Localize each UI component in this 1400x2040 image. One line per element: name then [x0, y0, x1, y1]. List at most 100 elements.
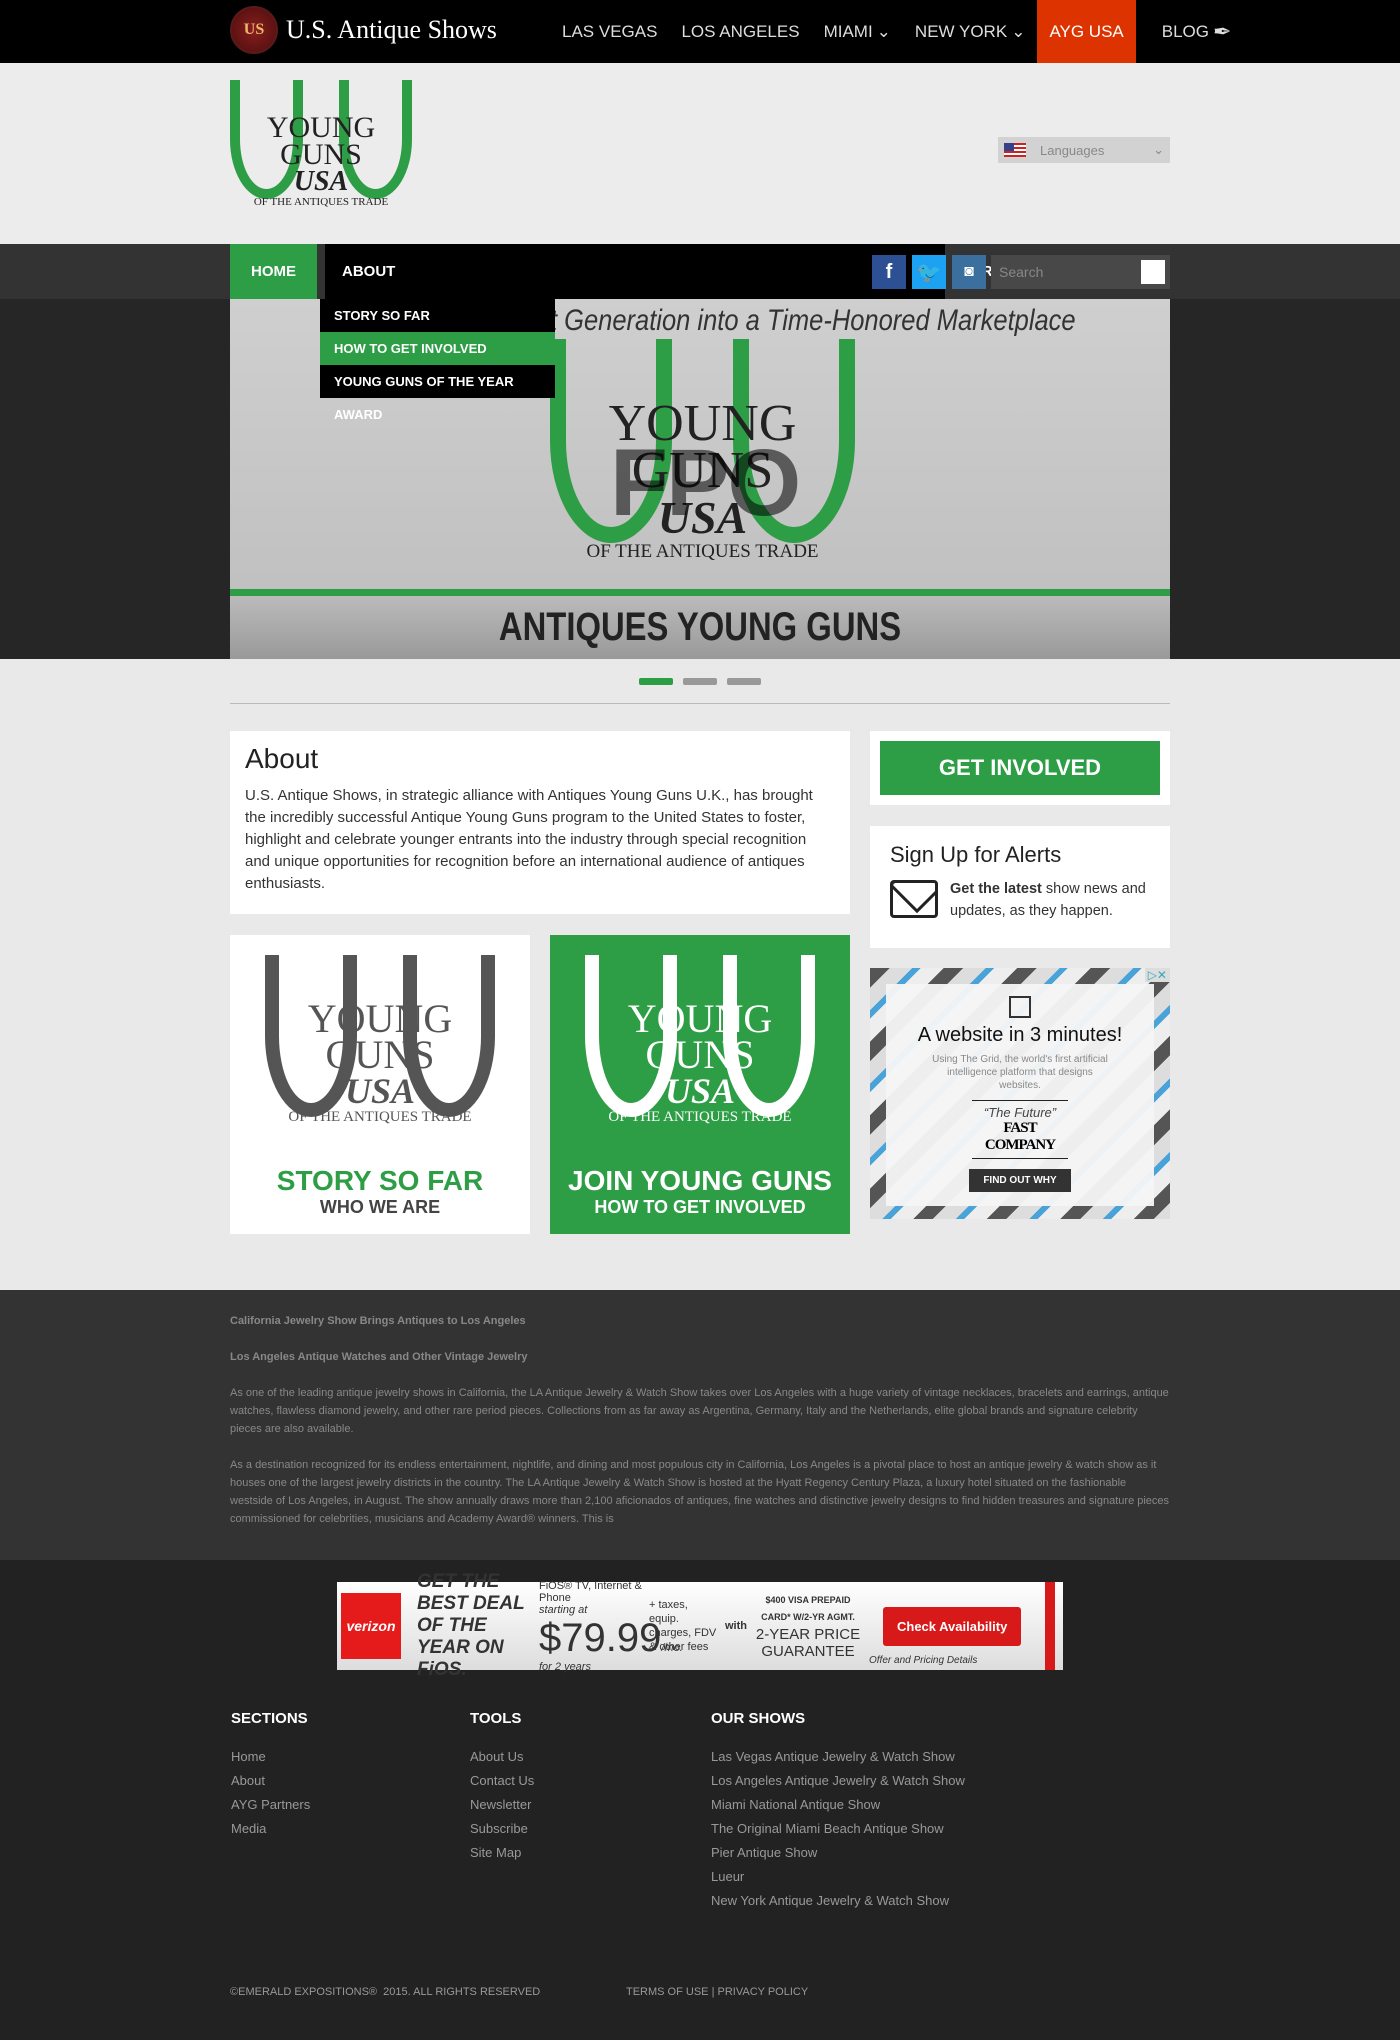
- grid-logo-icon: [1009, 996, 1031, 1018]
- brand-logo[interactable]: US U.S. Antique Shows: [230, 6, 497, 54]
- ad-source: FAST COMPANY: [984, 1120, 1056, 1153]
- terms-link[interactable]: TERMS OF USE: [626, 1986, 709, 1998]
- find-out-why-button[interactable]: FIND OUT WHY: [969, 1169, 1071, 1192]
- footer-link[interactable]: Contact Us: [470, 1769, 534, 1793]
- twitter-icon[interactable]: 🐦: [912, 255, 946, 289]
- verizon-ad[interactable]: verizon GET THE BEST DEAL OF THE YEAR ON…: [337, 1571, 1063, 1680]
- ad-term: for 2 years: [539, 1660, 591, 1673]
- topnav-los-angeles[interactable]: LOS ANGELES: [669, 0, 811, 63]
- legal-links: TERMS OF USE | PRIVACY POLICY: [626, 1986, 809, 1998]
- feather-icon: ✒: [1213, 18, 1232, 44]
- footer-link[interactable]: Miami National Antique Show: [711, 1793, 965, 1817]
- search-placeholder: Search: [999, 264, 1044, 280]
- footer-link[interactable]: Media: [231, 1817, 310, 1841]
- social-links: f 🐦 ◙: [872, 255, 986, 289]
- join-young-guns-tile[interactable]: YOUNG GUNS USA OF THE ANTIQUES TRADE JOI…: [550, 935, 850, 1234]
- logo-usa: USA: [664, 1071, 736, 1111]
- tile-subtitle: HOW TO GET INVOLVED: [594, 1197, 806, 1217]
- topnav-label: BLOG: [1161, 21, 1210, 41]
- footer-link[interactable]: Home: [231, 1745, 310, 1769]
- nav-home[interactable]: HOME: [230, 244, 317, 299]
- topnav-label: NEW YORK: [914, 21, 1008, 41]
- logo-guns: GUNS: [325, 1032, 435, 1077]
- footer-link[interactable]: Las Vegas Antique Jewelry & Watch Show: [711, 1745, 965, 1769]
- ad-services: FiOS® TV, Internet & Phone: [539, 1579, 642, 1604]
- ad-headline: A website in 3 minutes!: [917, 1024, 1123, 1046]
- hero-band: ANTIQUES YOUNG GUNS: [230, 589, 1170, 659]
- verizon-logo: verizon: [341, 1593, 401, 1659]
- about-dropdown-menu: STORY SO FAR HOW TO GET INVOLVED YOUNG G…: [320, 299, 555, 422]
- grid-ad[interactable]: ▷✕ A website in 3 minutes! Using The Gri…: [870, 968, 1170, 1219]
- footer-link[interactable]: Lueur: [711, 1865, 965, 1889]
- language-select[interactable]: Languages ⌄: [998, 137, 1170, 163]
- slide-dot[interactable]: [639, 678, 673, 685]
- menu-item-story-so-far[interactable]: STORY SO FAR: [320, 299, 555, 332]
- logo-young: YOUNG: [307, 996, 453, 1041]
- hero-tagline: t Generation into a Time-Honored Marketp…: [550, 304, 1076, 337]
- slide-dot[interactable]: [727, 678, 761, 685]
- seo-heading-1: California Jewelry Show Brings Antiques …: [230, 1315, 526, 1327]
- search-button[interactable]: [1141, 260, 1165, 284]
- topnav-ayg-usa[interactable]: AYG USA: [1037, 0, 1136, 63]
- menu-item-young-guns-award[interactable]: YOUNG GUNS OF THE YEAR AWARD: [320, 365, 555, 422]
- young-guns-logo[interactable]: YOUNG GUNS USA OF THE ANTIQUES TRADE: [230, 80, 412, 220]
- offer-details-link[interactable]: Offer and Pricing Details: [869, 1655, 977, 1666]
- seo-footer: California Jewelry Show Brings Antiques …: [0, 1290, 1400, 1560]
- menu-item-how-to-get-involved[interactable]: HOW TO GET INVOLVED: [320, 332, 555, 365]
- ad-deal: GET THE BEST DEAL OF THE YEAR ON FiOS.: [417, 1571, 525, 1680]
- ad-with: with: [725, 1620, 747, 1632]
- language-label: Languages: [1040, 142, 1105, 158]
- ad-guarantee: 2-YEAR PRICE GUARANTEE: [755, 1626, 861, 1660]
- seo-paragraph: As one of the leading antique jewelry sh…: [230, 1387, 1169, 1435]
- logo-young: YOUNG: [627, 996, 773, 1041]
- logo-tagline: OF THE ANTIQUES TRADE: [586, 540, 819, 562]
- footer-link[interactable]: Site Map: [470, 1841, 534, 1865]
- privacy-link[interactable]: PRIVACY POLICY: [718, 1986, 809, 1998]
- slider-dots: [639, 678, 761, 685]
- topnav-blog[interactable]: BLOG ✒: [1150, 0, 1244, 63]
- tile-title: JOIN YOUNG GUNS: [568, 1165, 832, 1196]
- chevron-down-icon: ⌄: [876, 21, 891, 41]
- footer-link[interactable]: About: [231, 1769, 310, 1793]
- footer-link[interactable]: Newsletter: [470, 1793, 534, 1817]
- search-input[interactable]: Search: [991, 255, 1170, 289]
- ad-card: A website in 3 minutes! Using The Grid, …: [886, 984, 1154, 1206]
- brand-name: U.S. Antique Shows: [286, 15, 497, 44]
- footer-link[interactable]: Pier Antique Show: [711, 1841, 965, 1865]
- divider: [230, 703, 1170, 704]
- topnav-miami[interactable]: MIAMI ⌄: [812, 0, 903, 63]
- footer-link[interactable]: The Original Miami Beach Antique Show: [711, 1817, 965, 1841]
- instagram-icon[interactable]: ◙: [952, 255, 986, 289]
- tile-subtitle: WHO WE ARE: [319, 1197, 441, 1217]
- topnav-las-vegas[interactable]: LAS VEGAS: [550, 0, 669, 63]
- about-title: About: [245, 743, 319, 774]
- logo-usa: USA: [293, 166, 349, 197]
- get-involved-button[interactable]: GET INVOLVED: [880, 741, 1160, 795]
- hero-band-title: ANTIQUES YOUNG GUNS: [498, 605, 902, 649]
- ad-price: $79.99: [539, 1615, 662, 1660]
- check-availability-button[interactable]: Check Availability: [883, 1606, 1022, 1646]
- alerts-signup[interactable]: Sign Up for Alerts Get the latest show n…: [870, 826, 1170, 948]
- alerts-bold: Get the latest: [950, 881, 1042, 897]
- facebook-icon[interactable]: f: [872, 255, 906, 289]
- about-text: U.S. Antique Shows, in strategic allianc…: [245, 787, 813, 892]
- footer-col-sections: SECTIONS Home About AYG Partners Media: [231, 1710, 310, 1841]
- footer-link[interactable]: Los Angeles Antique Jewelry & Watch Show: [711, 1769, 965, 1793]
- story-so-far-tile[interactable]: YOUNG GUNS USA OF THE ANTIQUES TRADE STO…: [230, 935, 530, 1234]
- get-involved-box: GET INVOLVED: [870, 731, 1170, 805]
- ad-close-icon[interactable]: ▷✕: [1144, 968, 1170, 982]
- topnav-new-york[interactable]: NEW YORK ⌄: [903, 0, 1038, 63]
- slide-dot[interactable]: [683, 678, 717, 685]
- top-nav: LAS VEGAS LOS ANGELES MIAMI ⌄ NEW YORK ⌄ A…: [550, 0, 1243, 63]
- footer-link[interactable]: New York Antique Jewelry & Watch Show: [711, 1889, 965, 1913]
- logo-usa: USA: [344, 1071, 416, 1111]
- footer-link[interactable]: AYG Partners: [231, 1793, 310, 1817]
- about-section: About U.S. Antique Shows, in strategic a…: [230, 731, 850, 914]
- ad-starting: starting at: [539, 1603, 588, 1616]
- footer-link[interactable]: Subscribe: [470, 1817, 534, 1841]
- footer-link[interactable]: About Us: [470, 1745, 534, 1769]
- ad-quote: “The Future” FAST COMPANY: [972, 1100, 1068, 1159]
- logo-guns: GUNS: [645, 1032, 755, 1077]
- footer-col-tools: TOOLS About Us Contact Us Newsletter Subscr…: [470, 1710, 534, 1865]
- fpo-watermark: FPO: [610, 430, 801, 536]
